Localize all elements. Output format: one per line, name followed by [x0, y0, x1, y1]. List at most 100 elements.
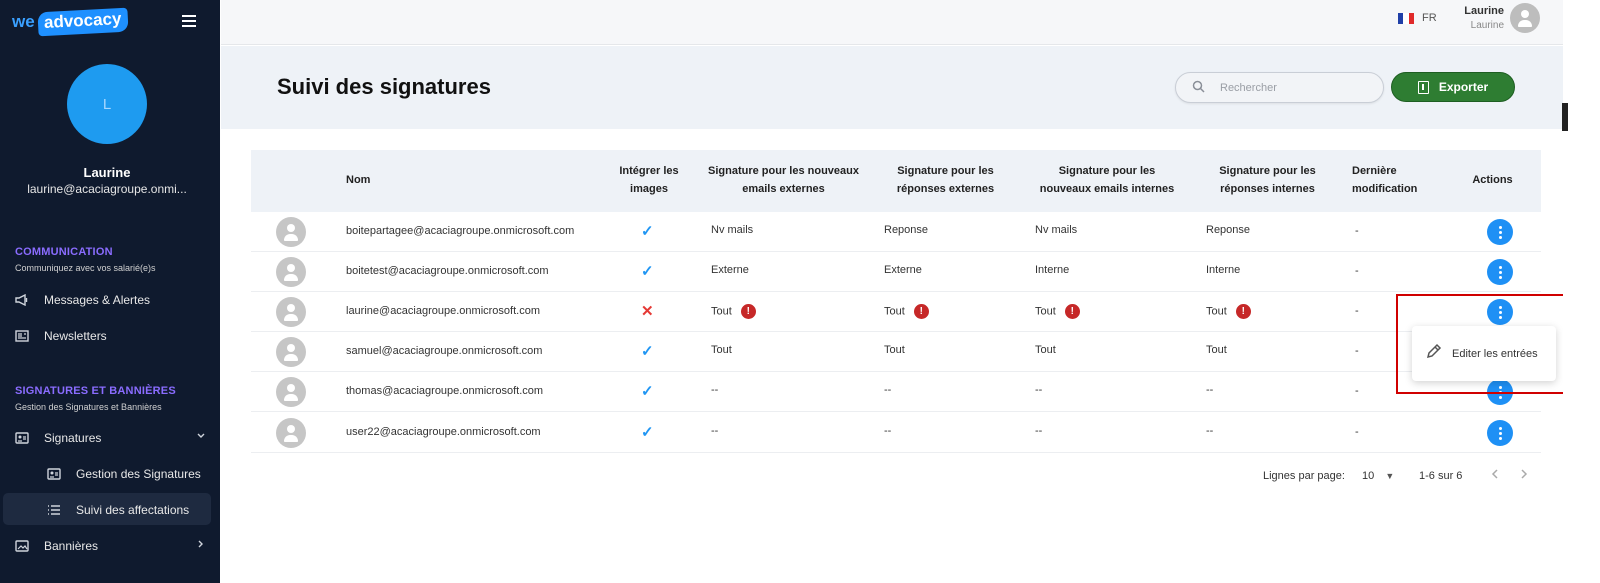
row-cell-new-ext: Tout! — [711, 304, 756, 319]
cell-value: Tout — [711, 305, 732, 318]
chevron-down-icon[interactable] — [196, 431, 206, 444]
person-icon — [276, 257, 306, 287]
cell-value: Nv mails — [1035, 224, 1078, 236]
col-header-actions: Actions — [1472, 174, 1513, 186]
sidebar-item-label: Suivi des affectations — [76, 503, 190, 517]
cell-value: Externe — [884, 264, 922, 276]
row-cell-rep-int: -- — [1206, 384, 1213, 396]
row-actions-button[interactable] — [1487, 420, 1513, 446]
cell-value: -- — [1035, 384, 1043, 396]
cell-value: -- — [884, 384, 892, 396]
row-cell-rep-ext: Reponse — [884, 224, 928, 236]
col-header-modif[interactable]: Dernière modification — [1352, 162, 1427, 198]
col-header-new-int[interactable]: Signature pour les nouveaux emails inter… — [1032, 162, 1182, 198]
row-cell-rep-int: Tout — [1206, 344, 1227, 356]
row-actions-button[interactable] — [1487, 219, 1513, 245]
export-label: Exporter — [1438, 80, 1489, 94]
cell-value: Tout — [1035, 344, 1056, 356]
cell-value: Reponse — [884, 224, 929, 236]
row-cell-new-int: -- — [1035, 384, 1042, 396]
row-last-modified: - — [1355, 265, 1359, 277]
checkmark-icon: ✓ — [641, 223, 654, 240]
sidebar-item-suivi-affectations[interactable]: Suivi des affectations — [47, 503, 189, 517]
cell-value: Tout — [1206, 344, 1227, 356]
row-cell-new-ext: Externe — [711, 264, 749, 276]
checkmark-icon: ✓ — [641, 383, 654, 400]
cell-value: Tout — [884, 305, 905, 318]
cell-value: Externe — [711, 264, 749, 276]
sidebar-item-messages[interactable]: Messages & Alertes — [15, 293, 150, 307]
search-input[interactable] — [1220, 81, 1370, 94]
sidebar-item-label: Messages & Alertes — [44, 293, 151, 307]
row-last-modified: - — [1355, 305, 1359, 317]
header-avatar[interactable] — [1510, 3, 1540, 33]
logo-we-text: we — [12, 12, 35, 31]
export-button[interactable]: Exporter — [1391, 72, 1515, 102]
cell-value: Tout — [1035, 305, 1056, 318]
search-icon — [1176, 80, 1220, 96]
row-email: user22@acaciagroupe.onmicrosoft.com — [346, 426, 541, 438]
col-header-nom[interactable]: Nom — [346, 171, 370, 189]
warning-icon[interactable]: ! — [740, 304, 756, 319]
row-last-modified: - — [1355, 426, 1359, 438]
sidebar-user-email: laurine@acaciagroupe.onmi... — [27, 182, 187, 196]
menu-toggle-icon[interactable] — [182, 15, 196, 27]
user-avatar: L — [67, 64, 147, 144]
checkmark-icon: ✓ — [641, 424, 654, 441]
sidebar-item-label: Signatures — [44, 431, 102, 445]
cell-value: -- — [884, 425, 892, 437]
chevron-right-icon[interactable] — [196, 539, 206, 552]
row-cell-rep-ext: -- — [884, 425, 891, 437]
language-selector[interactable]: FR — [1398, 12, 1437, 24]
warning-icon[interactable]: ! — [913, 304, 929, 319]
cell-value: Nv mails — [711, 224, 754, 236]
newspaper-icon — [15, 330, 29, 342]
cell-value: -- — [1206, 425, 1214, 437]
list-icon — [47, 504, 61, 516]
col-header-rep-ext[interactable]: Signature pour les réponses externes — [888, 162, 1003, 198]
sidebar-item-label: Bannières — [44, 539, 99, 553]
sidebar-item-bannieres[interactable]: Bannières — [15, 539, 98, 553]
person-icon — [276, 418, 306, 448]
row-cell-rep-ext: -- — [884, 384, 891, 396]
sidebar-item-signatures[interactable]: Signatures — [15, 431, 101, 445]
warning-icon[interactable]: ! — [1235, 304, 1251, 319]
logo-advocacy-text: advocacy — [37, 7, 128, 37]
col-header-new-ext[interactable]: Signature pour les nouveaux emails exter… — [706, 162, 861, 198]
row-cell-rep-ext: Tout! — [884, 304, 929, 319]
cross-icon: ✕ — [641, 303, 654, 320]
rows-per-page-select[interactable]: 10 ▼ — [1362, 470, 1394, 482]
scrollbar-thumb[interactable] — [1562, 103, 1568, 131]
row-cell-rep-int: Tout! — [1206, 304, 1251, 319]
col-header-rep-int[interactable]: Signature pour les réponses internes — [1210, 162, 1325, 198]
cell-value: Tout — [884, 344, 905, 356]
checkmark-icon: ✓ — [641, 343, 654, 360]
warning-icon[interactable]: ! — [1064, 304, 1080, 319]
app-logo[interactable]: we advocacy — [12, 7, 128, 37]
id-card-icon — [15, 432, 29, 444]
row-cell-new-int: Tout! — [1035, 304, 1080, 319]
prev-page-icon[interactable] — [1490, 468, 1500, 483]
row-cell-rep-ext: Tout — [884, 344, 905, 356]
row-avatar — [276, 377, 306, 407]
sidebar-user-name: Laurine — [83, 165, 131, 180]
row-avatar — [276, 217, 306, 247]
row-cell-new-ext: Tout — [711, 344, 732, 356]
col-header-images[interactable]: Intégrer les images — [610, 162, 688, 198]
cell-value: Tout — [1206, 305, 1227, 318]
person-icon — [1510, 3, 1540, 33]
row-email: samuel@acaciagroupe.onmicrosoft.com — [346, 345, 543, 357]
sidebar-item-gestion-signatures[interactable]: Gestion des Signatures — [47, 467, 201, 481]
row-cell-new-ext: -- — [711, 384, 718, 396]
row-actions-button[interactable] — [1487, 259, 1513, 285]
next-page-icon[interactable] — [1519, 468, 1529, 483]
cell-value: -- — [711, 425, 719, 437]
row-email: boitetest@acaciagroupe.onmicrosoft.com — [346, 265, 549, 277]
section-subtitle-communication: Communiquez avec vos salarié(e)s — [15, 263, 156, 273]
row-avatar — [276, 418, 306, 448]
sidebar: we advocacy L Laurine laurine@acaciagrou… — [0, 0, 220, 583]
search-box[interactable] — [1175, 72, 1384, 103]
row-email: laurine@acaciagroupe.onmicrosoft.com — [346, 305, 540, 317]
row-cell-rep-ext: Externe — [884, 264, 922, 276]
sidebar-item-newsletters[interactable]: Newsletters — [15, 329, 107, 343]
